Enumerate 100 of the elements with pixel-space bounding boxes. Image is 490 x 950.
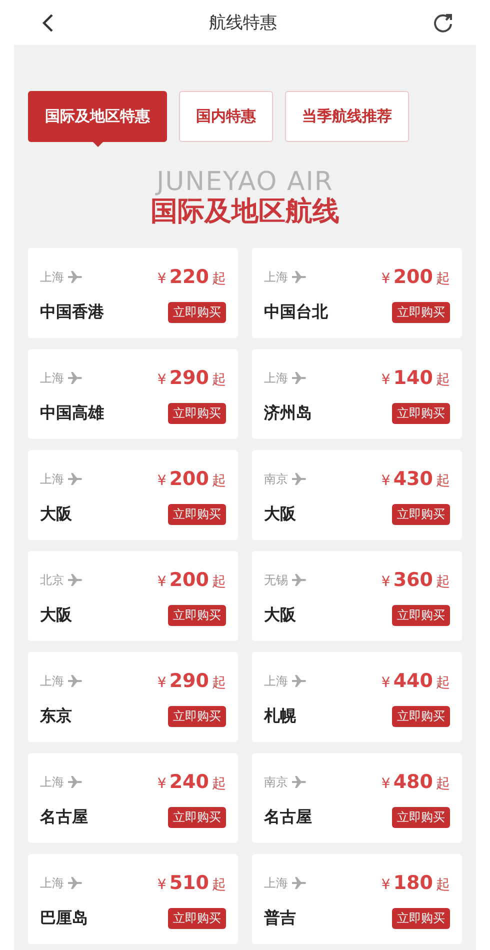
origin-city: 无锡 [264, 572, 288, 588]
currency-sign: ¥ [157, 877, 166, 893]
price: 480 [393, 771, 433, 793]
destination-city: 名古屋 [264, 807, 312, 828]
origin-city: 南京 [264, 774, 288, 790]
route-card[interactable]: 上海 ¥200 起 中国台北 立即购买 [252, 248, 462, 338]
category-tab[interactable]: 国内特惠 [179, 91, 273, 142]
origin-city: 上海 [40, 672, 64, 690]
price: 240 [169, 771, 209, 793]
route-card[interactable]: 北京 ¥200 起 大阪 立即购买 [28, 551, 238, 641]
destination-city: 普吉 [264, 908, 296, 929]
price-suffix: 起 [436, 876, 450, 894]
route-card[interactable]: 上海 ¥140 起 济州岛 立即购买 [252, 349, 462, 439]
origin-city: 南京 [264, 470, 288, 488]
destination-city: 札幌 [264, 706, 296, 727]
route-card[interactable]: 上海 ¥290 起 东京 立即购买 [28, 652, 238, 742]
plane-icon [68, 473, 82, 485]
price-suffix: 起 [436, 270, 450, 288]
price: 200 [169, 569, 209, 591]
origin-city: 上海 [264, 370, 288, 386]
buy-button[interactable]: 立即购买 [392, 504, 450, 525]
brand-backdrop: JUNEYAO AIR [156, 168, 334, 196]
buy-button[interactable]: 立即购买 [392, 605, 450, 626]
buy-button[interactable]: 立即购买 [168, 807, 226, 828]
route-card[interactable]: 上海 ¥200 起 大阪 立即购买 [28, 450, 238, 540]
price-suffix: 起 [436, 674, 450, 692]
buy-button[interactable]: 立即购买 [168, 504, 226, 525]
route-card[interactable]: 上海 ¥440 起 札幌 立即购买 [252, 652, 462, 742]
back-icon[interactable] [42, 12, 54, 32]
origin-city: 上海 [264, 874, 288, 892]
price-suffix: 起 [212, 573, 226, 591]
buy-button[interactable]: 立即购买 [392, 908, 450, 929]
currency-sign: ¥ [157, 473, 166, 489]
route-card[interactable]: 南京 ¥430 起 大阪 立即购买 [252, 450, 462, 540]
price: 180 [393, 872, 433, 894]
page-title: 航线特惠 [209, 12, 277, 34]
plane-icon [292, 473, 306, 485]
plane-icon [68, 574, 82, 586]
origin-city: 上海 [264, 672, 288, 690]
currency-sign: ¥ [381, 675, 390, 691]
price: 290 [169, 367, 209, 389]
buy-button[interactable]: 立即购买 [168, 302, 226, 323]
destination-city: 中国香港 [40, 302, 104, 323]
currency-sign: ¥ [381, 574, 390, 590]
currency-sign: ¥ [381, 776, 390, 792]
route-card[interactable]: 上海 ¥510 起 巴厘岛 立即购买 [28, 854, 238, 944]
route-card[interactable]: 上海 ¥290 起 中国高雄 立即购买 [28, 349, 238, 439]
buy-button[interactable]: 立即购买 [392, 706, 450, 727]
plane-icon [292, 675, 306, 687]
origin-city: 上海 [40, 774, 64, 790]
route-card[interactable]: 无锡 ¥360 起 大阪 立即购买 [252, 551, 462, 641]
plane-icon [68, 675, 82, 687]
route-card[interactable]: 上海 ¥180 起 普吉 立即购买 [252, 854, 462, 944]
plane-icon [68, 877, 82, 889]
price: 200 [393, 266, 433, 288]
category-tab[interactable]: 当季航线推荐 [285, 91, 409, 142]
destination-city: 东京 [40, 706, 72, 727]
destination-city: 大阪 [40, 504, 72, 525]
price: 430 [393, 468, 433, 490]
price-suffix: 起 [212, 472, 226, 490]
buy-button[interactable]: 立即购买 [168, 706, 226, 727]
price-suffix: 起 [436, 775, 450, 793]
price-suffix: 起 [212, 775, 226, 793]
currency-sign: ¥ [157, 574, 166, 590]
price-suffix: 起 [436, 371, 450, 389]
plane-icon [292, 574, 306, 586]
price: 220 [169, 266, 209, 288]
buy-button[interactable]: 立即购买 [168, 403, 226, 424]
price-suffix: 起 [212, 876, 226, 894]
route-card[interactable]: 上海 ¥240 起 名古屋 立即购买 [28, 753, 238, 843]
origin-city: 上海 [40, 874, 64, 892]
price: 510 [169, 872, 209, 894]
buy-button[interactable]: 立即购买 [392, 403, 450, 424]
destination-city: 济州岛 [264, 403, 312, 424]
plane-icon [292, 372, 306, 384]
buy-button[interactable]: 立即购买 [392, 302, 450, 323]
currency-sign: ¥ [157, 372, 166, 388]
route-card[interactable]: 南京 ¥480 起 名古屋 立即购买 [252, 753, 462, 843]
plane-icon [292, 271, 306, 283]
buy-button[interactable]: 立即购买 [168, 908, 226, 929]
price-suffix: 起 [212, 371, 226, 389]
buy-button[interactable]: 立即购买 [392, 807, 450, 828]
currency-sign: ¥ [157, 271, 166, 287]
buy-button[interactable]: 立即购买 [168, 605, 226, 626]
tab-pointer-icon [92, 141, 104, 147]
price: 140 [393, 367, 433, 389]
refresh-icon[interactable] [432, 12, 454, 34]
price: 290 [169, 670, 209, 692]
destination-city: 中国台北 [264, 302, 328, 323]
currency-sign: ¥ [381, 271, 390, 287]
destination-city: 巴厘岛 [40, 908, 88, 929]
price: 200 [169, 468, 209, 490]
currency-sign: ¥ [157, 675, 166, 691]
price-suffix: 起 [436, 472, 450, 490]
origin-city: 上海 [40, 470, 64, 488]
section-title: 国际及地区航线 [150, 196, 340, 228]
plane-icon [292, 776, 306, 788]
route-card[interactable]: 上海 ¥220 起 中国香港 立即购买 [28, 248, 238, 338]
currency-sign: ¥ [381, 877, 390, 893]
currency-sign: ¥ [381, 473, 390, 489]
